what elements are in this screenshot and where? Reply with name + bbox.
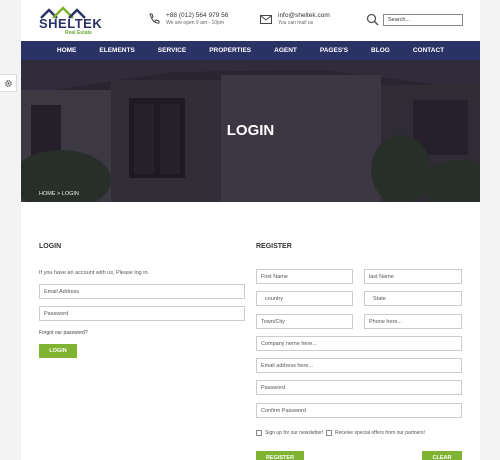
hero-banner: LOGIN HOME > LOGIN	[21, 60, 480, 202]
register-button[interactable]: REGISTER	[256, 451, 304, 460]
last-name-field[interactable]: last Name	[364, 269, 462, 284]
login-heading: LOGIN	[39, 243, 62, 250]
nav-pages[interactable]: PAGES'S	[320, 47, 348, 54]
opening-hours: We are open 9 am - 10pm	[166, 20, 224, 26]
nav-agent[interactable]: AGENT	[274, 47, 297, 54]
login-button[interactable]: LOGIN	[39, 344, 77, 358]
nav-elements[interactable]: ELEMENTS	[99, 47, 134, 54]
phone-field[interactable]: Phone here...	[364, 314, 462, 329]
newsletter-label: Sign up for our newsletter!	[265, 430, 324, 436]
clear-button[interactable]: CLEAR	[422, 451, 462, 460]
phone-number[interactable]: +88 (012) 564 979 56	[166, 12, 228, 20]
confirm-password-field[interactable]: Confirm Password	[256, 403, 462, 418]
search-icon[interactable]	[366, 13, 379, 26]
offers-option[interactable]: Receive special offers from our partners…	[326, 430, 425, 436]
brand-name[interactable]: SHELTEK	[39, 16, 102, 31]
town-field[interactable]: Town/City	[256, 314, 353, 329]
phone-info: +88 (012) 564 979 56 We are open 9 am - …	[147, 12, 228, 27]
email-address[interactable]: info@sheltek.com	[278, 12, 330, 20]
nav-contact[interactable]: CONTACT	[413, 47, 444, 54]
forgot-password-link[interactable]: Forgot our password?	[39, 330, 88, 336]
email-note: You can mail us	[278, 20, 314, 26]
breadcrumb[interactable]: HOME > LOGIN	[39, 191, 79, 197]
offers-label: Receive special offers from our partners…	[335, 430, 425, 436]
newsletter-checkbox[interactable]	[256, 430, 262, 436]
nav-home[interactable]: HOME	[57, 47, 77, 54]
search-input[interactable]: Search...	[383, 14, 463, 26]
settings-tab[interactable]	[0, 74, 17, 92]
page-title: LOGIN	[226, 122, 275, 139]
nav-service[interactable]: SERVICE	[158, 47, 186, 54]
nav-properties[interactable]: PROPERTIES	[209, 47, 251, 54]
login-email-field[interactable]: Email Address	[39, 284, 245, 299]
site-header: SHELTEK Real Estate +88 (012) 564 979 56…	[21, 0, 480, 41]
first-name-field[interactable]: First Name	[256, 269, 353, 284]
email-info: info@sheltek.com You can mail us	[259, 12, 330, 27]
state-select[interactable]: State	[364, 291, 462, 306]
brand-tagline: Real Estate	[65, 30, 92, 36]
newsletter-option[interactable]: Sign up for our newsletter!	[256, 430, 323, 436]
login-intro: If you have an account with us, Please l…	[39, 270, 150, 276]
login-password-field[interactable]: Password	[39, 306, 245, 321]
register-email-field[interactable]: Email address here...	[256, 358, 462, 373]
country-select[interactable]: country	[256, 291, 353, 306]
company-field[interactable]: Company neme here...	[256, 336, 462, 351]
register-heading: REGISTER	[256, 243, 292, 250]
offers-checkbox[interactable]	[326, 430, 332, 436]
main-nav: HOME ELEMENTS SERVICE PROPERTIES AGENT P…	[21, 41, 480, 60]
phone-icon	[149, 13, 160, 24]
register-password-field[interactable]: Password	[256, 380, 462, 395]
nav-blog[interactable]: BLOG	[371, 47, 390, 54]
envelope-icon	[260, 15, 272, 24]
gear-icon	[4, 79, 12, 87]
